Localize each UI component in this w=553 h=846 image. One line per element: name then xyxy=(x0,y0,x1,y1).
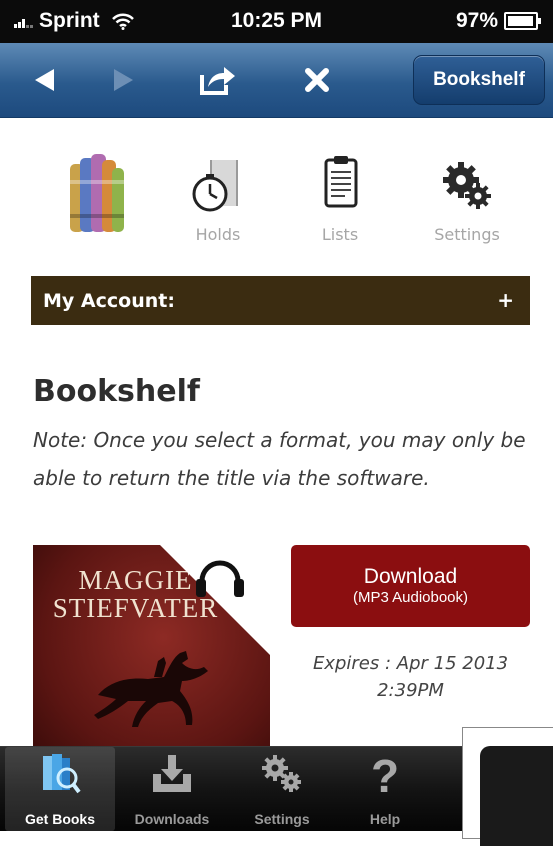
settings-icon xyxy=(262,755,301,792)
settings-link[interactable]: Settings xyxy=(412,150,522,244)
share-button[interactable] xyxy=(190,43,246,117)
lists-label: Lists xyxy=(321,225,359,244)
holds-link[interactable]: Holds xyxy=(163,150,273,244)
forward-button[interactable] xyxy=(98,43,148,117)
forward-arrow-icon xyxy=(114,69,133,91)
status-bar: Sprint 10:25 PM 97% xyxy=(0,0,553,43)
tab-downloads-label: Downloads xyxy=(134,811,210,827)
horse-rider-silhouette xyxy=(94,651,208,727)
downloads-icon xyxy=(153,755,191,792)
lists-link[interactable]: Lists xyxy=(285,150,395,244)
svg-text:?: ? xyxy=(371,752,399,798)
overlapping-panel-dark xyxy=(480,746,553,846)
page-title: Bookshelf xyxy=(33,374,200,409)
share-icon xyxy=(200,67,235,95)
tab-downloads[interactable]: Downloads xyxy=(117,747,227,831)
my-account-bar[interactable]: My Account: + xyxy=(31,276,530,325)
expiration-info: Expires : Apr 15 2013 2:39PM xyxy=(291,650,530,704)
settings-label: Settings xyxy=(434,225,500,244)
browser-nav-bar: Bookshelf xyxy=(0,43,553,118)
book-cover[interactable]: MAGGIE STIEFVATER xyxy=(33,545,270,750)
overlapping-panel xyxy=(462,727,553,846)
expand-plus-icon: + xyxy=(497,288,514,312)
holds-icon xyxy=(192,160,238,212)
settings-gears-icon xyxy=(443,162,491,209)
tab-settings-label: Settings xyxy=(254,811,310,827)
back-button[interactable] xyxy=(20,43,70,117)
battery-percent: 97% xyxy=(455,9,498,32)
my-account-title: My Account: xyxy=(43,290,175,312)
books-icon xyxy=(70,154,124,232)
help-icon: ? xyxy=(371,752,399,798)
books-link[interactable] xyxy=(40,150,150,245)
tab-settings[interactable]: Settings xyxy=(227,747,337,831)
tab-help-label: Help xyxy=(369,811,401,827)
tab-get-books-label: Get Books xyxy=(24,811,95,827)
download-button[interactable]: Download (MP3 Audiobook) xyxy=(291,545,530,627)
bookshelf-button[interactable]: Bookshelf xyxy=(413,55,545,105)
close-button[interactable] xyxy=(290,43,344,117)
get-books-icon xyxy=(43,754,81,794)
format-note: Note: Once you select a format, you may … xyxy=(33,428,526,490)
format-label: (MP3 Audiobook) xyxy=(352,589,469,606)
download-label: Download xyxy=(363,565,458,588)
close-icon xyxy=(305,68,329,92)
back-arrow-icon xyxy=(35,69,54,91)
holds-label: Holds xyxy=(195,225,241,244)
account-icons-row: Holds Lists Settings xyxy=(0,150,553,270)
status-right: 97% xyxy=(456,9,541,33)
audiobook-corner-badge xyxy=(160,545,270,655)
expires-time: 2:39PM xyxy=(377,680,444,701)
tab-get-books[interactable]: Get Books xyxy=(5,747,115,831)
lists-icon xyxy=(324,156,358,208)
battery-fill xyxy=(508,16,533,26)
tab-help[interactable]: ? Help xyxy=(330,747,440,831)
battery-icon xyxy=(504,12,541,30)
expires-date: Expires : Apr 15 2013 xyxy=(312,653,509,674)
